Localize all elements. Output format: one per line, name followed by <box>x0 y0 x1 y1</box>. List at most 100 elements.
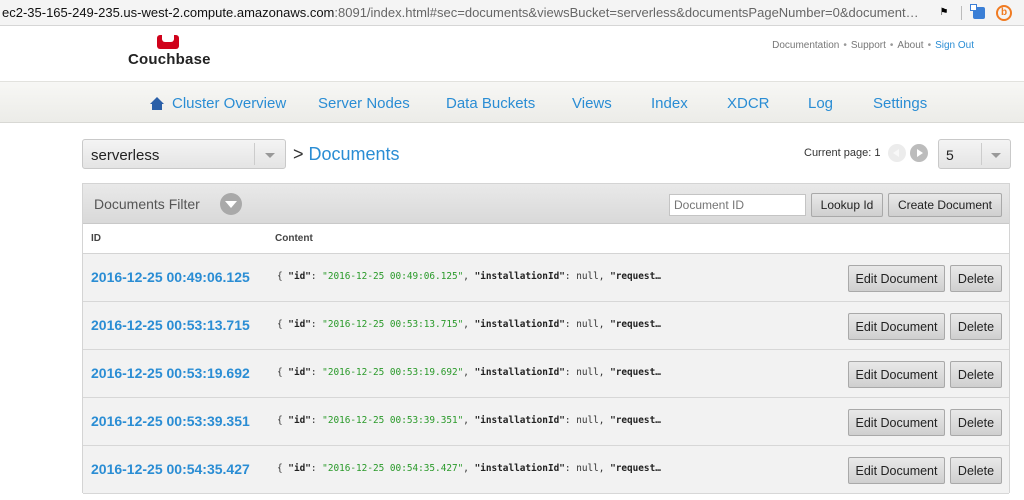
json-separator: , <box>598 463 611 474</box>
document-id-input[interactable] <box>669 194 806 216</box>
pin-icon[interactable]: ⚑ <box>937 6 951 20</box>
nav-server-nodes[interactable]: Server Nodes <box>318 95 410 112</box>
document-content-preview: { "id": "2016-12-25 00:54:35.427", "inst… <box>277 463 661 474</box>
json-key-request: "request… <box>610 367 661 378</box>
json-key-request: "request… <box>610 271 661 282</box>
json-colon: : <box>310 415 323 426</box>
select-divider <box>254 143 255 165</box>
documentation-link[interactable]: Documentation <box>772 40 839 51</box>
chevron-down-icon <box>265 153 275 158</box>
delete-document-button[interactable]: Delete <box>950 313 1002 340</box>
next-page-icon[interactable] <box>910 144 928 162</box>
breadcrumb-documents[interactable]: Documents <box>309 144 400 165</box>
document-content-preview: { "id": "2016-12-25 00:53:13.715", "inst… <box>277 319 661 330</box>
breadcrumb: > Documents <box>293 144 400 165</box>
json-key-id: "id" <box>288 367 311 378</box>
column-header-content: Content <box>275 233 313 244</box>
table-row: 2016-12-25 00:53:39.351 { "id": "2016-12-… <box>83 398 1009 446</box>
nav-index[interactable]: Index <box>651 95 688 112</box>
json-separator: , <box>598 367 611 378</box>
nav-data-buckets[interactable]: Data Buckets <box>446 95 535 112</box>
support-link[interactable]: Support <box>851 40 886 51</box>
json-separator: , <box>598 319 611 330</box>
home-icon <box>150 97 164 110</box>
json-key-id: "id" <box>288 319 311 330</box>
delete-document-button[interactable]: Delete <box>950 409 1002 436</box>
json-brace: { <box>277 271 289 282</box>
extension-blue-icon[interactable] <box>970 3 985 19</box>
json-separator: , <box>463 463 475 474</box>
json-key-id: "id" <box>288 271 311 282</box>
about-link[interactable]: About <box>897 40 923 51</box>
create-document-button[interactable]: Create Document <box>888 193 1002 217</box>
lookup-id-button[interactable]: Lookup Id <box>811 193 883 217</box>
nav-label: Cluster Overview <box>172 95 287 112</box>
nav-log[interactable]: Log <box>808 95 833 112</box>
json-colon: : <box>564 367 577 378</box>
nav-settings[interactable]: Settings <box>873 95 927 112</box>
json-separator: , <box>463 415 475 426</box>
documents-panel: Documents Filter Lookup Id Create Docume… <box>82 183 1010 494</box>
json-value-id: "2016-12-25 00:53:19.692" <box>322 367 464 378</box>
json-key-installation-id: "installationId" <box>474 319 565 330</box>
json-separator: , <box>598 415 611 426</box>
link-separator: • <box>927 40 932 51</box>
edit-document-button[interactable]: Edit Document <box>848 313 945 340</box>
json-colon: : <box>564 319 577 330</box>
document-content-preview: { "id": "2016-12-25 00:53:19.692", "inst… <box>277 367 661 378</box>
json-value-null: null <box>576 415 599 426</box>
page-size-value: 5 <box>946 147 954 163</box>
nav-views[interactable]: Views <box>572 95 612 112</box>
link-separator: • <box>889 40 894 51</box>
top-links: Documentation • Support • About • Sign O… <box>772 40 974 51</box>
table-header: ID Content <box>83 224 1009 254</box>
json-key-installation-id: "installationId" <box>474 271 565 282</box>
edit-document-button[interactable]: Edit Document <box>848 457 945 484</box>
json-key-id: "id" <box>288 463 311 474</box>
table-row: 2016-12-25 00:49:06.125 { "id": "2016-12-… <box>83 254 1009 302</box>
app-header: Couchbase Documentation • Support • Abou… <box>0 27 1024 81</box>
nav-cluster-overview[interactable]: Cluster Overview <box>150 95 286 112</box>
document-content-preview: { "id": "2016-12-25 00:49:06.125", "inst… <box>277 271 661 282</box>
link-separator: • <box>843 40 847 51</box>
url-text[interactable]: ec2-35-165-249-235.us-west-2.compute.ama… <box>0 5 937 20</box>
document-id-link[interactable]: 2016-12-25 00:53:13.715 <box>91 317 250 333</box>
document-id-link[interactable]: 2016-12-25 00:53:19.692 <box>91 365 250 381</box>
previous-page-icon[interactable] <box>888 144 906 162</box>
couchbase-logo[interactable]: Couchbase <box>128 35 210 68</box>
extension-orange-icon[interactable]: b <box>996 4 1012 21</box>
json-value-null: null <box>576 367 599 378</box>
json-brace: { <box>277 415 289 426</box>
json-key-request: "request… <box>610 415 661 426</box>
json-colon: : <box>564 463 577 474</box>
url-path: :8091/index.html#sec=documents&viewsBuck… <box>334 5 919 20</box>
json-colon: : <box>564 271 577 282</box>
table-row: 2016-12-25 00:53:19.692 { "id": "2016-12-… <box>83 350 1009 398</box>
edit-document-button[interactable]: Edit Document <box>848 361 945 388</box>
bucket-select[interactable]: serverless <box>82 139 286 169</box>
json-separator: , <box>463 319 475 330</box>
delete-document-button[interactable]: Delete <box>950 361 1002 388</box>
document-id-link[interactable]: 2016-12-25 00:53:39.351 <box>91 413 250 429</box>
edit-document-button[interactable]: Edit Document <box>848 265 945 292</box>
document-id-link[interactable]: 2016-12-25 00:49:06.125 <box>91 269 250 285</box>
documents-filter-label: Documents Filter <box>94 196 200 212</box>
select-divider <box>981 143 982 165</box>
json-colon: : <box>310 367 323 378</box>
sign-out-link[interactable]: Sign Out <box>935 40 974 51</box>
json-value-id: "2016-12-25 00:53:13.715" <box>322 319 464 330</box>
json-colon: : <box>310 463 323 474</box>
json-separator: , <box>598 271 611 282</box>
browser-url-bar[interactable]: ec2-35-165-249-235.us-west-2.compute.ama… <box>0 0 1024 26</box>
json-key-installation-id: "installationId" <box>474 415 565 426</box>
delete-document-button[interactable]: Delete <box>950 265 1002 292</box>
page-size-select[interactable]: 5 <box>938 139 1011 169</box>
delete-document-button[interactable]: Delete <box>950 457 1002 484</box>
json-value-id: "2016-12-25 00:54:35.427" <box>322 463 464 474</box>
edit-document-button[interactable]: Edit Document <box>848 409 945 436</box>
json-brace: { <box>277 367 289 378</box>
nav-xdcr[interactable]: XDCR <box>727 95 770 112</box>
document-id-link[interactable]: 2016-12-25 00:54:35.427 <box>91 461 250 477</box>
filter-expand-icon[interactable] <box>220 193 242 215</box>
main-nav: Cluster Overview Server Nodes Data Bucke… <box>0 81 1024 123</box>
